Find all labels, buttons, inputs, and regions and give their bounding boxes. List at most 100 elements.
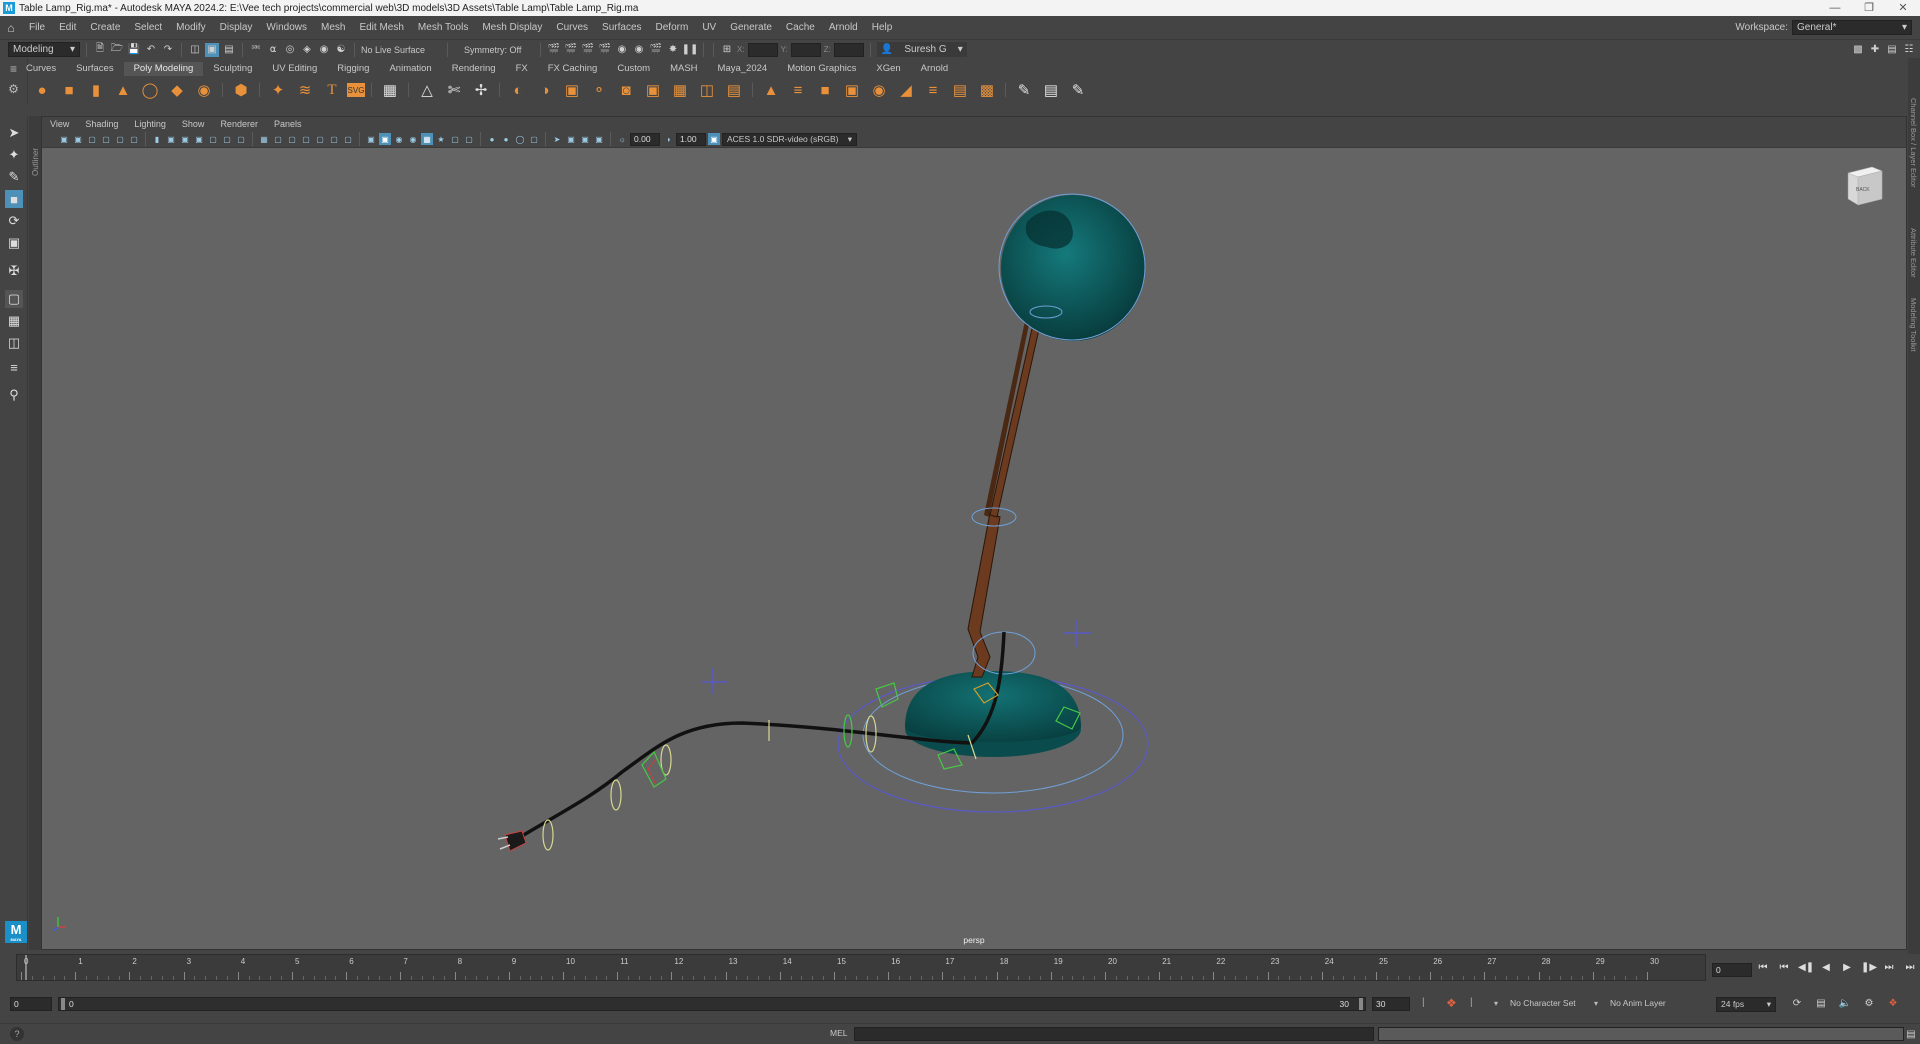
viewport-menu-renderer[interactable]: Renderer <box>212 117 266 131</box>
image-plane-icon[interactable]: ▢ <box>100 133 112 145</box>
viewport-menu-panels[interactable]: Panels <box>266 117 310 131</box>
shelf-tab-surfaces[interactable]: Surfaces <box>66 62 124 76</box>
cursor-icon[interactable]: ➤ <box>551 133 563 145</box>
sweep-mesh-icon[interactable]: ≋ <box>293 78 317 102</box>
snap-projected-icon[interactable]: ◈ <box>300 43 314 57</box>
menu-select[interactable]: Select <box>127 16 169 39</box>
y-field[interactable] <box>790 42 821 57</box>
wireframe-icon[interactable]: ▢ <box>272 133 284 145</box>
step-forward-frame-icon[interactable]: ❚▶ <box>1861 962 1877 973</box>
menu-arnold[interactable]: Arnold <box>822 16 865 39</box>
safe-action-icon[interactable]: ▢ <box>221 133 233 145</box>
step-back-key-icon[interactable]: ⏮ <box>1777 962 1791 973</box>
outliner-strip[interactable]: Outliner <box>29 116 41 950</box>
shelf-tab-rendering[interactable]: Rendering <box>442 62 506 76</box>
xray-active-icon[interactable]: ◉ <box>407 133 419 145</box>
wedge-icon[interactable]: ◢ <box>894 78 918 102</box>
select-tool-icon[interactable]: ➤ <box>5 124 23 142</box>
undo-icon[interactable]: ↶ <box>144 43 158 57</box>
move-tool-icon[interactable]: ■ <box>5 190 23 208</box>
x-field[interactable] <box>747 42 778 57</box>
shelf-tab-uv-editing[interactable]: UV Editing <box>262 62 327 76</box>
paint-select-icon[interactable]: ▤ <box>1039 78 1063 102</box>
attribute-editor-icon[interactable]: ✚ <box>1868 42 1882 56</box>
go-to-end-icon[interactable]: ⏭ <box>1903 962 1917 973</box>
pause-icon[interactable]: ❚❚ <box>682 43 699 57</box>
save-scene-icon[interactable]: 💾 <box>127 43 141 57</box>
use-all-lights-icon[interactable]: ▢ <box>328 133 340 145</box>
poly-cone-icon[interactable]: ▲ <box>111 78 135 102</box>
arnold-render-icon[interactable]: ◉ <box>632 43 646 57</box>
bifrost-icon[interactable]: ❖ <box>1886 996 1900 1010</box>
separate-icon[interactable]: ◑ <box>533 78 557 102</box>
time-ruler[interactable]: 0 1 2 3 4 5 6 7 8 9 10 11 12 13 14 15 16 17 18 19 20 21 22 23 24… <box>16 954 1706 981</box>
range-start-handle[interactable] <box>61 998 65 1010</box>
crease-icon[interactable]: ◉ <box>867 78 891 102</box>
textured-icon[interactable]: ▢ <box>314 133 326 145</box>
resolution-gate-icon[interactable]: ▣ <box>179 133 191 145</box>
extract-icon[interactable]: ≡ <box>786 78 810 102</box>
svg-tool-icon[interactable]: SVG <box>347 83 365 97</box>
last-tool-icon[interactable]: ✠ <box>5 262 23 280</box>
cache-playback-icon[interactable]: ▤ <box>1814 996 1828 1010</box>
open-scene-icon[interactable]: 🗁 <box>110 43 124 57</box>
view-cube[interactable]: BACK <box>1842 161 1886 209</box>
shelf-tab-rigging[interactable]: Rigging <box>327 62 379 76</box>
camera-attributes-icon[interactable]: ▣ <box>72 133 84 145</box>
paint-select-tool-icon[interactable]: ✎ <box>5 168 23 186</box>
go-to-start-icon[interactable]: ⏮ <box>1756 962 1770 973</box>
xray-joints-icon[interactable]: ◉ <box>393 133 405 145</box>
select-camera-icon[interactable]: ▣ <box>58 133 70 145</box>
sound-icon[interactable]: 🔈 <box>1838 996 1852 1010</box>
wireframe-on-shaded-icon[interactable]: ▢ <box>300 133 312 145</box>
close-button[interactable]: ✕ <box>1886 0 1920 16</box>
2d-pan-zoom-icon[interactable]: ▢ <box>114 133 126 145</box>
menu-uv[interactable]: UV <box>695 16 723 39</box>
shelf-tab-poly-modeling[interactable]: Poly Modeling <box>123 62 204 76</box>
shelf-tab-motion-graphics[interactable]: Motion Graphics <box>777 62 866 76</box>
tool-settings-icon[interactable]: ▤ <box>1885 42 1899 56</box>
playback-range-bar[interactable]: 0 30 <box>58 997 1366 1011</box>
animation-preferences-icon[interactable]: ⚙ <box>1862 996 1876 1010</box>
gamma-field[interactable]: 1.00 <box>676 132 706 146</box>
smooth-icon[interactable]: ▣ <box>560 78 584 102</box>
fill-hole-icon[interactable]: ▲ <box>759 78 783 102</box>
smooth-shade-icon[interactable]: ▢ <box>286 133 298 145</box>
soft-select-icon[interactable]: ✎ <box>1066 78 1090 102</box>
scene-canvas[interactable] <box>42 117 1908 951</box>
script-editor-icon[interactable]: ▤ <box>1904 1027 1918 1041</box>
channel-box-icon[interactable]: ☷ <box>1902 42 1916 56</box>
animation-end-field[interactable]: 30 <box>1372 997 1410 1011</box>
shelf-tab-maya-2024[interactable]: Maya_2024 <box>708 62 778 76</box>
step-back-frame-icon[interactable]: ◀❚ <box>1798 962 1814 973</box>
poly-disc-icon[interactable]: ◉ <box>192 78 216 102</box>
anim-layer-label[interactable]: No Anim Layer <box>1610 998 1666 1008</box>
hud-sphere-icon[interactable]: ● <box>486 133 498 145</box>
lasso-tool-icon[interactable]: ✦ <box>5 146 23 164</box>
shelf-tab-xgen[interactable]: XGen <box>866 62 910 76</box>
viewport-menu-lighting[interactable]: Lighting <box>126 117 174 131</box>
light-editor-icon[interactable]: ✸ <box>666 43 680 57</box>
modeling-toolkit-shelf-icon[interactable]: △ <box>415 78 439 102</box>
ipr-render-icon[interactable]: 🎬 <box>581 43 595 57</box>
poke-icon[interactable]: ≡ <box>921 78 945 102</box>
gate-mask-icon[interactable]: ▣ <box>193 133 205 145</box>
quadrangulate-icon[interactable]: ▩ <box>975 78 999 102</box>
play-forward-icon[interactable]: ▶ <box>1840 962 1854 973</box>
select-component-icon[interactable]: ▤ <box>222 43 236 57</box>
menu-modify[interactable]: Modify <box>169 16 212 39</box>
two-view-layout-icon[interactable]: ◫ <box>5 334 23 352</box>
combine-icon[interactable]: ◐ <box>506 78 530 102</box>
chevron-down-icon[interactable]: ▾ <box>1594 999 1598 1008</box>
viewport-menu-show[interactable]: Show <box>174 117 213 131</box>
viewport-persp[interactable]: View Shading Lighting Show Renderer Panels ▣ … <box>41 116 1907 950</box>
search-icon[interactable]: ⚲ <box>5 386 23 404</box>
render-frame-icon[interactable]: 🎬 <box>564 43 578 57</box>
menu-file[interactable]: File <box>22 16 52 39</box>
snap-view-plane-icon[interactable]: ◉ <box>317 43 331 57</box>
modeling-toolkit-tab[interactable]: Modeling Toolkit <box>1909 298 1918 352</box>
shelf-tab-sculpting[interactable]: Sculpting <box>203 62 262 76</box>
viewport-menu-view[interactable]: View <box>42 117 77 131</box>
shelf-tab-arnold[interactable]: Arnold <box>911 62 958 76</box>
render-settings-icon[interactable]: 🎬 <box>598 43 612 57</box>
